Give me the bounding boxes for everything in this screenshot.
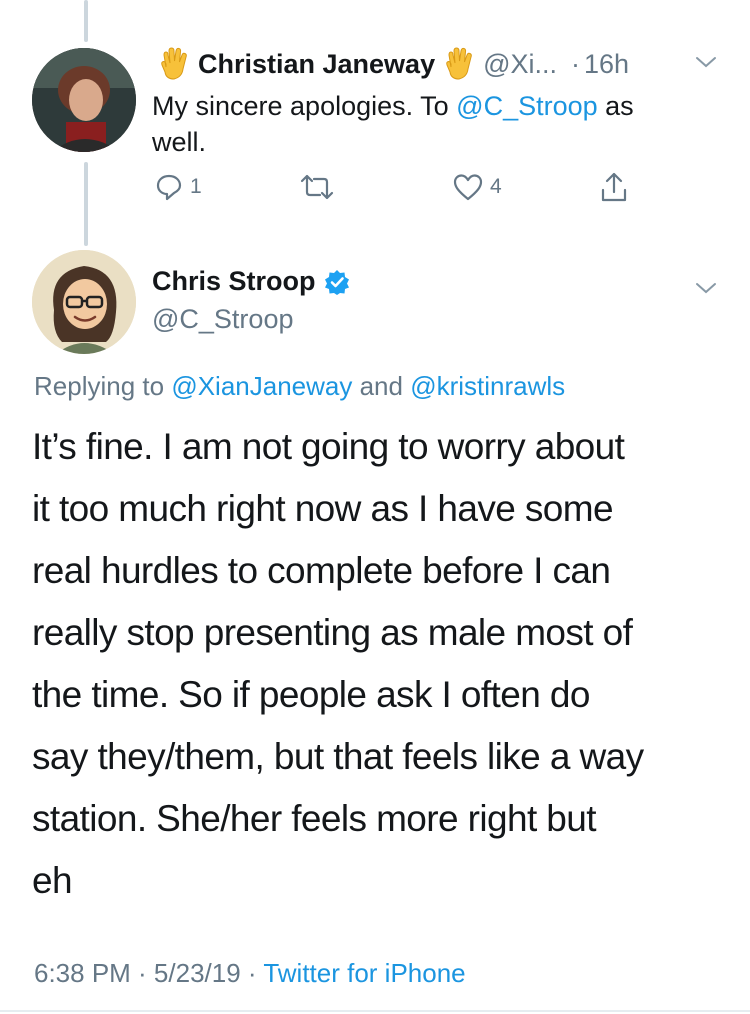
reply-avatar-image	[32, 48, 136, 152]
replying-to-line: Replying to @XianJaneway and @kristinraw…	[34, 371, 565, 402]
main-text-line: eh	[32, 860, 73, 901]
tweet-source-link[interactable]: Twitter for iPhone	[263, 958, 465, 988]
main-menu-chevron-icon[interactable]	[694, 278, 718, 298]
main-avatar[interactable]	[32, 250, 136, 354]
main-text-line: the time. So if people ask I often do	[32, 674, 590, 715]
reply-handle[interactable]: @Xi...	[483, 49, 557, 80]
main-header: Chris Stroop	[152, 266, 350, 297]
reply-text-suffix: as	[597, 91, 634, 121]
share-action-button[interactable]	[598, 170, 630, 204]
replying-mention-xianjaneway[interactable]: @XianJaneway	[171, 371, 352, 401]
reply-separator: ·	[571, 48, 581, 79]
vulcan-salute-icon	[160, 47, 190, 81]
replying-to-prefix: Replying to	[34, 371, 172, 401]
main-avatar-image	[32, 250, 136, 354]
reply-text-line-1: My sincere apologies. To @C_Stroop as	[152, 88, 722, 124]
main-handle[interactable]: @C_Stroop	[152, 304, 293, 335]
thread-line-connector	[84, 162, 88, 246]
reply-time[interactable]: 16h	[584, 49, 629, 80]
reply-icon	[156, 174, 182, 201]
reply-display-name[interactable]: Christian Janeway	[198, 49, 435, 80]
main-text-line: It’s fine. I am not going to worry about	[32, 426, 625, 467]
reply-action-button[interactable]: 1	[154, 172, 202, 202]
reply-count: 1	[190, 175, 202, 198]
reply-mention-link[interactable]: @C_Stroop	[456, 91, 597, 121]
reply-text: My sincere apologies. To @C_Stroop as we…	[152, 88, 722, 160]
reply-text-line-2: well.	[152, 127, 207, 157]
like-action-button[interactable]: 4	[452, 172, 502, 202]
main-text-line: station. She/her feels more right but	[32, 798, 597, 839]
reply-header: Christian Janeway @Xi... · 16h	[160, 44, 720, 84]
replying-mention-kristinrawls[interactable]: @kristinrawls	[410, 371, 565, 401]
main-text-line: say they/them, but that feels like a way	[32, 736, 644, 777]
retweet-icon	[300, 174, 334, 200]
bottom-divider	[0, 1010, 750, 1012]
reply-text-prefix: My sincere apologies. To	[152, 91, 457, 121]
share-icon	[601, 172, 627, 202]
like-count: 4	[490, 175, 502, 198]
verified-badge-icon	[324, 269, 350, 295]
thread-line-top	[84, 0, 88, 42]
reply-menu-chevron-icon[interactable]	[694, 52, 718, 72]
main-tweet-text: It’s fine. I am not going to worry about…	[32, 416, 732, 912]
replying-and: and	[352, 371, 411, 401]
main-display-name[interactable]: Chris Stroop	[152, 266, 316, 297]
tweet-timestamp[interactable]: 6:38 PM · 5/23/19 ·	[34, 958, 263, 988]
retweet-action-button[interactable]	[298, 172, 342, 202]
reply-avatar[interactable]	[32, 48, 136, 152]
vulcan-salute-icon	[445, 47, 475, 81]
main-text-line: real hurdles to complete before I can	[32, 550, 611, 591]
main-text-line: it too much right now as I have some	[32, 488, 614, 529]
tweet-footer: 6:38 PM · 5/23/19 · Twitter for iPhone	[34, 958, 466, 989]
heart-icon	[453, 174, 483, 201]
main-text-line: really stop presenting as male most of	[32, 612, 633, 653]
